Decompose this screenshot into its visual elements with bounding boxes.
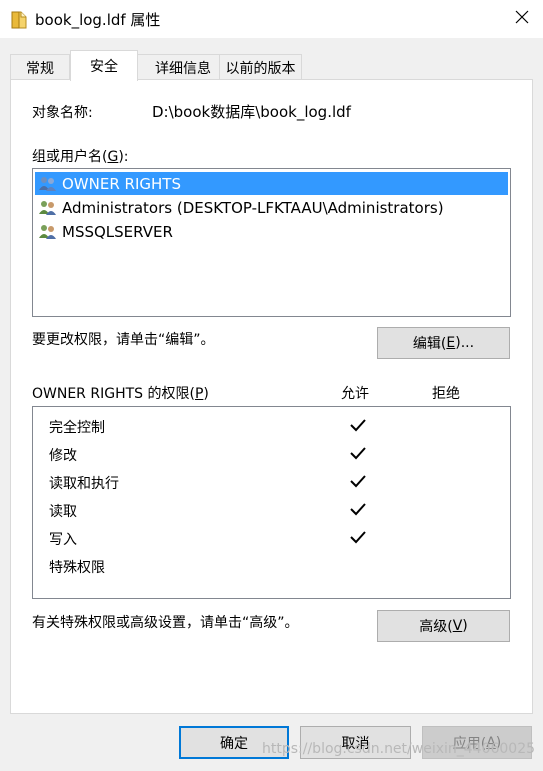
tab-details[interactable]: 详细信息 xyxy=(137,54,229,80)
permission-row: 修改 xyxy=(49,443,499,465)
close-button[interactable] xyxy=(500,0,543,38)
list-item-label: Administrators (DESKTOP-LFKTAAU\Administ… xyxy=(62,198,444,217)
allow-check-icon xyxy=(349,417,367,433)
object-name-value: D:\book数据库\book_log.ldf xyxy=(152,103,351,121)
tab-previous-versions-label: 以前的版本 xyxy=(225,60,296,77)
allow-check-icon xyxy=(349,473,367,489)
tab-strip: 常规 详细信息 以前的版本 安全 xyxy=(10,50,533,81)
list-item[interactable]: Administrators (DESKTOP-LFKTAAU\Administ… xyxy=(35,196,508,219)
permission-name: 读取和执行 xyxy=(49,476,119,492)
advanced-button[interactable]: 高级(V) xyxy=(377,610,510,642)
allow-check-icon xyxy=(349,529,367,545)
permissions-title: OWNER RIGHTS 的权限(P) xyxy=(32,386,209,402)
advanced-hint: 有关特殊权限或高级设置，请单击“高级”。 xyxy=(32,615,299,631)
permission-row: 读取和执行 xyxy=(49,471,499,493)
allow-check-icon xyxy=(349,445,367,461)
list-item-label: OWNER RIGHTS xyxy=(62,174,181,193)
list-item[interactable]: MSSQLSERVER xyxy=(35,220,508,243)
edit-button[interactable]: 编辑(E)... xyxy=(377,327,510,359)
permission-row: 特殊权限 xyxy=(49,555,499,577)
permission-row: 完全控制 xyxy=(49,415,499,437)
tab-security[interactable]: 安全 xyxy=(70,50,138,81)
list-item-label: MSSQLSERVER xyxy=(62,222,173,241)
permission-row: 读取 xyxy=(49,499,499,521)
close-icon xyxy=(515,10,529,28)
permission-name: 完全控制 xyxy=(49,420,105,436)
allow-check-icon xyxy=(349,501,367,517)
users-icon xyxy=(38,224,58,240)
allow-header: 允许 xyxy=(341,386,369,402)
file-icon xyxy=(10,9,28,29)
permission-name: 修改 xyxy=(49,448,77,464)
tab-details-label: 详细信息 xyxy=(155,60,211,77)
watermark: https://blog.csdn.net/weixin_44060025 xyxy=(262,741,536,757)
list-item[interactable]: OWNER RIGHTS xyxy=(35,172,508,195)
object-name-label: 对象名称: xyxy=(32,105,93,121)
permission-name: 特殊权限 xyxy=(49,560,105,576)
groups-label: 组或用户名(G): xyxy=(32,149,129,165)
users-icon xyxy=(38,176,58,192)
deny-header: 拒绝 xyxy=(432,386,460,402)
edit-hint: 要更改权限，请单击“编辑”。 xyxy=(32,332,215,348)
tab-general[interactable]: 常规 xyxy=(10,54,70,80)
tab-security-label: 安全 xyxy=(90,59,118,75)
users-icon xyxy=(38,200,58,216)
window-title: book_log.ldf 属性 xyxy=(35,11,161,29)
tab-general-label: 常规 xyxy=(26,60,54,77)
groups-listbox[interactable]: OWNER RIGHTS Administrators (DESKTOP-LFK… xyxy=(32,168,511,317)
tab-previous-versions[interactable]: 以前的版本 xyxy=(219,54,302,80)
permission-name: 写入 xyxy=(49,532,77,548)
permission-name: 读取 xyxy=(49,504,77,520)
permission-row: 写入 xyxy=(49,527,499,549)
permissions-list: 完全控制 修改 读取和执行 读取 写入 特殊权限 xyxy=(32,406,511,599)
